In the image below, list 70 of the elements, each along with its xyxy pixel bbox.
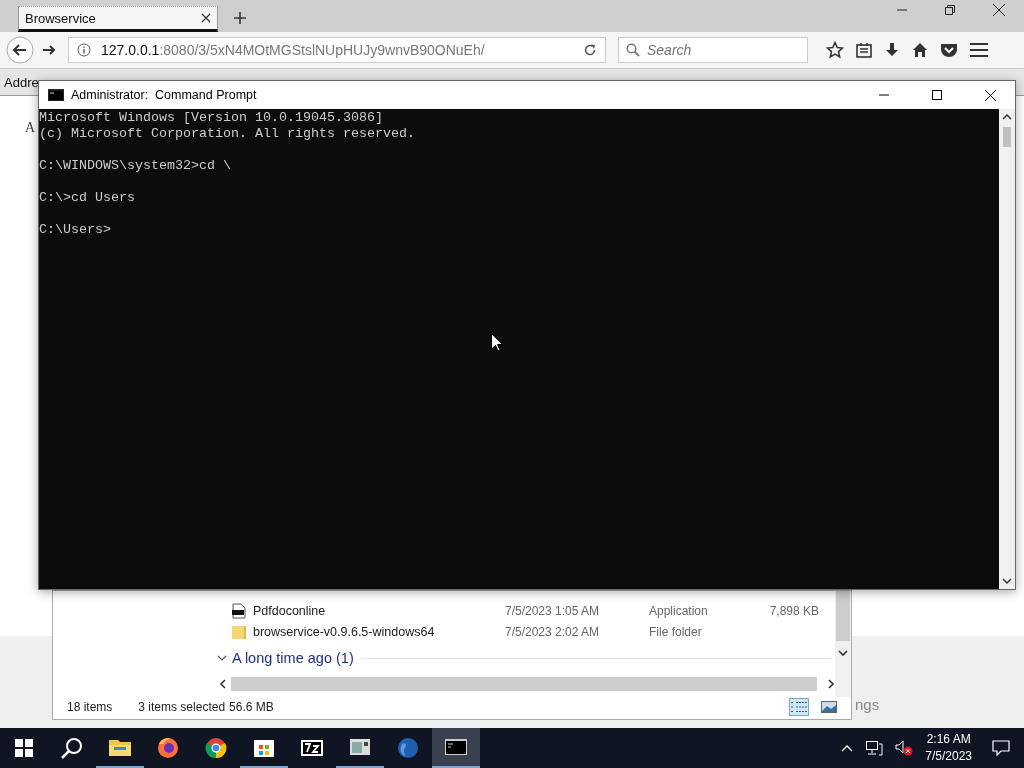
close-icon[interactable]	[201, 13, 211, 23]
firefox-icon	[156, 736, 180, 760]
scroll-right-icon[interactable]	[827, 679, 835, 689]
back-icon[interactable]	[6, 36, 34, 64]
horizontal-scrollbar[interactable]	[217, 676, 835, 692]
file-type: Application	[649, 603, 709, 618]
scroll-down-icon[interactable]	[838, 649, 848, 657]
restore-icon[interactable]	[945, 5, 955, 15]
item-count: 18 items	[67, 700, 113, 714]
vertical-scrollbar[interactable]	[999, 109, 1015, 589]
clock[interactable]: 2:16 AM 7/5/2023	[925, 731, 972, 765]
chrome-icon	[204, 736, 228, 760]
start-icon[interactable]	[15, 739, 33, 757]
scroll-left-icon[interactable]	[219, 679, 227, 689]
scroll-thumb[interactable]	[231, 677, 817, 691]
console-line: (c) Microsoft Corporation. All rights reserved.	[39, 126, 416, 142]
page-text: A	[25, 120, 36, 135]
download-icon[interactable]	[884, 42, 900, 58]
address-bar[interactable]: 127.0.0.1:8080/3/5xN4MOtMGStslNUpHUJy9wnvB90ONuEh/	[68, 37, 606, 63]
network-icon[interactable]	[865, 740, 884, 756]
console-taskbar-button[interactable]	[432, 728, 480, 768]
chevron-up-icon[interactable]	[841, 744, 854, 752]
file-date: 7/5/2023 1:05 AM	[505, 603, 601, 618]
page-text: ngs	[855, 696, 880, 713]
selection-size: 56.6 MB	[229, 700, 274, 714]
star-icon[interactable]	[826, 41, 844, 59]
forward-icon[interactable]	[42, 43, 56, 57]
clock-date: 7/5/2023	[925, 748, 972, 765]
search-icon[interactable]	[61, 737, 83, 759]
muted-speaker-icon[interactable]	[895, 740, 914, 756]
home-icon[interactable]	[912, 42, 928, 58]
chevron-icon[interactable]	[217, 653, 227, 663]
details-view-button[interactable]	[789, 698, 809, 716]
window-title: Administrator: Command Prompt	[71, 88, 257, 102]
console-line: Microsoft Windows [Version 10.0.19045.3086]	[39, 110, 384, 126]
new-tab-icon[interactable]	[234, 12, 246, 24]
console-line: C:\Users>	[39, 222, 112, 238]
scroll-thumb[interactable]	[836, 591, 850, 641]
notifications-icon[interactable]	[992, 740, 1010, 756]
application-icon	[231, 602, 247, 619]
group-header[interactable]: A long time ago (1)	[232, 650, 354, 666]
file-type: File folder	[649, 624, 703, 639]
reading-list-icon[interactable]	[856, 42, 872, 58]
folder-icon	[231, 623, 247, 640]
menu-icon[interactable]	[970, 42, 988, 58]
console-icon	[48, 89, 64, 101]
info-icon[interactable]	[77, 43, 91, 57]
browser-tab[interactable]: Browservice	[18, 6, 218, 32]
selection-count: 3 items selected	[138, 700, 226, 714]
file-name[interactable]: browservice-v0.9.6.5-windows64	[253, 624, 435, 639]
file-size: 7,898 KB	[769, 603, 819, 618]
close-icon[interactable]	[993, 4, 1005, 16]
mouse-cursor-icon	[491, 333, 503, 352]
tiles-view-button[interactable]	[819, 698, 839, 716]
console-line: C:\WINDOWS\system32>cd \	[39, 158, 232, 174]
maximize-icon[interactable]	[932, 90, 942, 100]
address-label: Addre	[4, 74, 39, 90]
globe-icon	[396, 736, 420, 760]
vertical-scrollbar[interactable]	[835, 591, 851, 697]
scroll-up-icon[interactable]	[1002, 113, 1012, 121]
console-line: C:\>cd Users	[39, 190, 136, 206]
shield-icon[interactable]	[940, 42, 958, 58]
clock-time: 2:16 AM	[926, 731, 971, 748]
search-field[interactable]: Search	[618, 37, 808, 63]
file-date: 7/5/2023 2:02 AM	[505, 624, 601, 639]
file-name[interactable]: Pdfdoconline	[253, 603, 326, 618]
close-icon[interactable]	[985, 89, 996, 101]
scroll-thumb[interactable]	[1003, 127, 1011, 147]
scroll-down-icon[interactable]	[1002, 577, 1012, 585]
reload-icon[interactable]	[583, 43, 597, 57]
